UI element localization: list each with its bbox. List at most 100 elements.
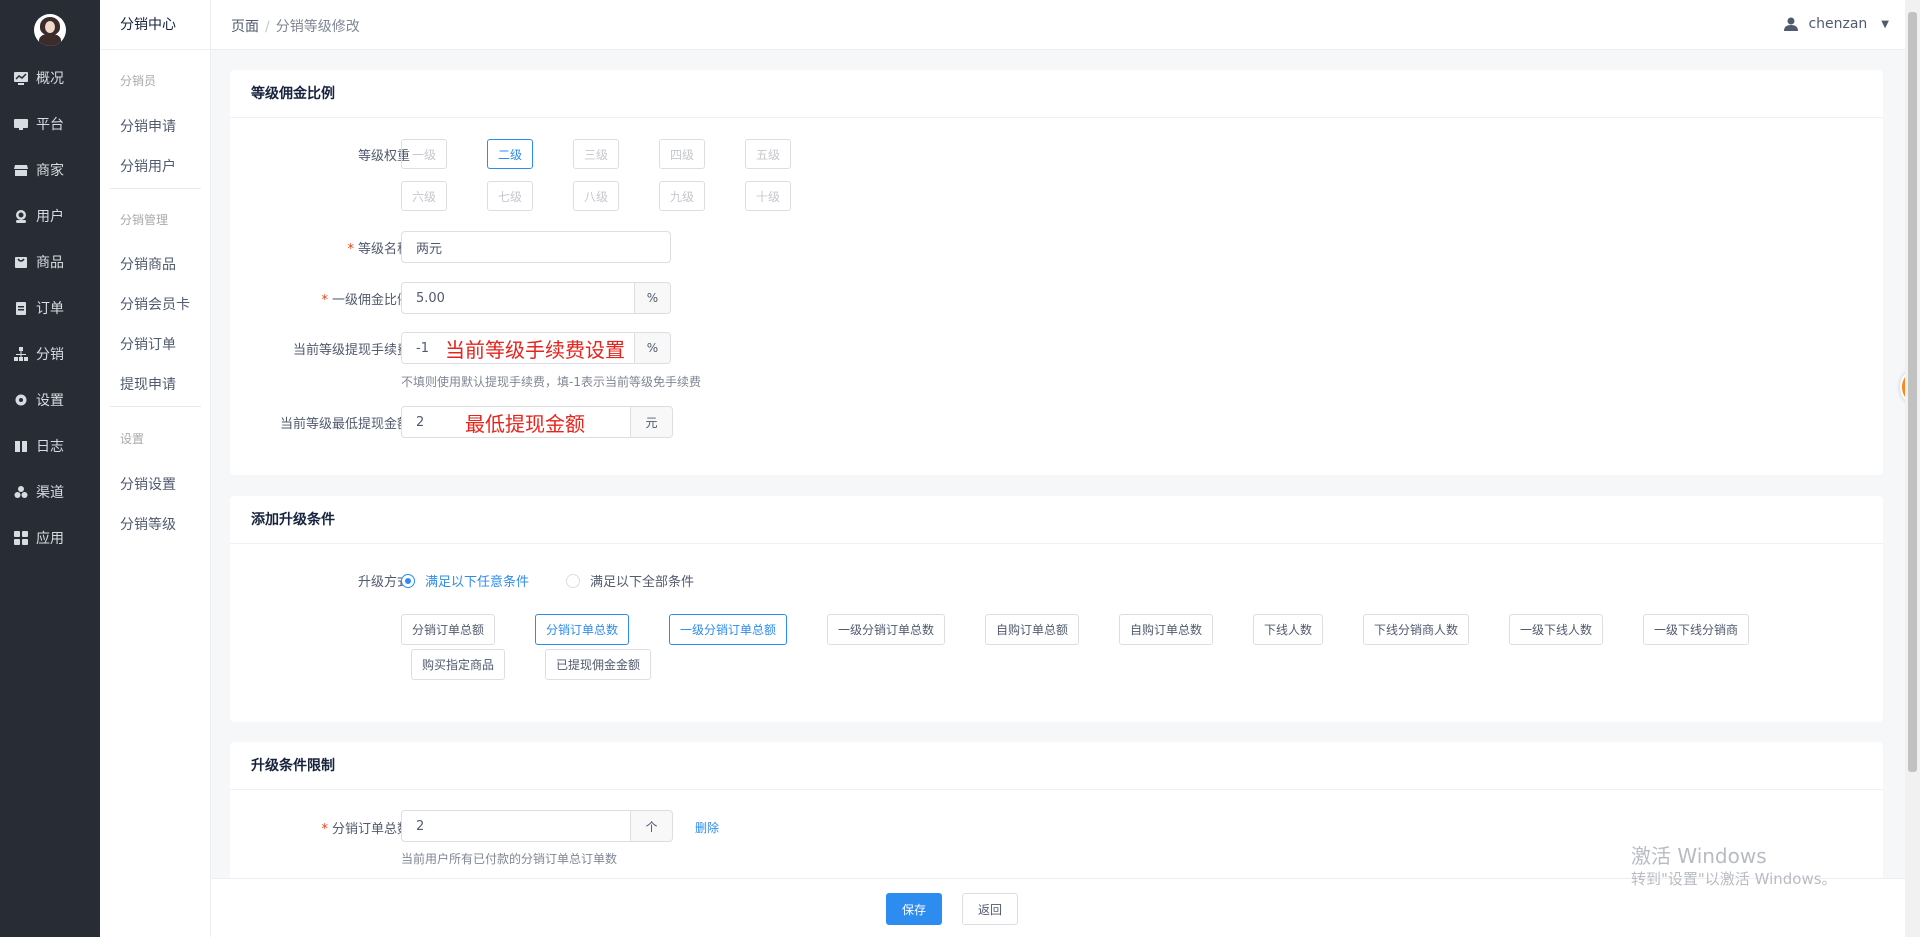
nav-item-orders[interactable]: 订单 bbox=[0, 288, 100, 328]
sub-group-management: 分销管理 bbox=[120, 213, 169, 227]
nav-item-label: 日志 bbox=[36, 439, 64, 455]
sub-group-distributors: 分销员 bbox=[120, 74, 157, 88]
nav-item-logs[interactable]: 日志 bbox=[0, 426, 100, 466]
sub-sidebar: 分销中心 分销员 分销申请 分销用户 分销管理 分销商品 分销会员卡 分销订单 … bbox=[100, 0, 211, 937]
nav-item-settings[interactable]: 设置 bbox=[0, 380, 100, 420]
radio-match-all[interactable]: 满足以下全部条件 bbox=[566, 571, 694, 590]
condition-self-order-count[interactable]: 自购订单总数 bbox=[1119, 614, 1213, 645]
nav-item-channels[interactable]: 渠道 bbox=[0, 472, 100, 512]
clipboard-icon bbox=[14, 301, 28, 315]
level-option-3[interactable]: 三级 bbox=[573, 139, 619, 169]
sub-item-member-card[interactable]: 分销会员卡 bbox=[120, 294, 190, 314]
sub-item-goods[interactable]: 分销商品 bbox=[120, 254, 176, 274]
nav-item-label: 商品 bbox=[36, 255, 64, 271]
nav-item-distribution[interactable]: 分销 bbox=[0, 334, 100, 374]
condition-level1-downline-distributor[interactable]: 一级下线分销商 bbox=[1643, 614, 1749, 645]
condition-withdrawn-commission[interactable]: 已提现佣金金额 bbox=[545, 649, 651, 680]
condition-self-order-amount[interactable]: 自购订单总额 bbox=[985, 614, 1079, 645]
level-option-5[interactable]: 五级 bbox=[745, 139, 791, 169]
user-menu[interactable]: chenzan ▼ bbox=[1784, 16, 1889, 32]
upgrade-conditions-card: 添加升级条件 升级方式 满足以下任意条件 满足以下全部条件 分销订单总额 分销订… bbox=[230, 496, 1883, 722]
condition-level1-order-count[interactable]: 一级分销订单总数 bbox=[827, 614, 945, 645]
divider bbox=[110, 188, 201, 189]
condition-distribution-order-count[interactable]: 分销订单总数 bbox=[535, 614, 629, 645]
level-weight-label: 等级权重 bbox=[357, 149, 410, 164]
cubes-icon bbox=[14, 485, 28, 499]
back-button[interactable]: 返回 bbox=[962, 893, 1018, 925]
min-withdraw-label: 当前等级最低提现金额 bbox=[279, 417, 410, 432]
commission-card-title: 等级佣金比例 bbox=[230, 70, 1883, 118]
windows-activation-watermark: 激活 Windows bbox=[1631, 844, 1767, 868]
level-option-6[interactable]: 六级 bbox=[401, 181, 447, 211]
level-option-8[interactable]: 八级 bbox=[573, 181, 619, 211]
scrollbar-thumb[interactable] bbox=[1908, 12, 1917, 772]
save-button[interactable]: 保存 bbox=[886, 893, 942, 925]
upgrade-conditions-title: 添加升级条件 bbox=[230, 496, 1883, 544]
breadcrumb-separator: / bbox=[265, 19, 270, 35]
count-unit-addon: 个 bbox=[631, 810, 673, 842]
level-option-9[interactable]: 九级 bbox=[659, 181, 705, 211]
nav-item-label: 平台 bbox=[36, 117, 64, 133]
breadcrumb: 页面 / 分销等级修改 bbox=[231, 16, 360, 36]
nav-item-goods[interactable]: 商品 bbox=[0, 242, 100, 282]
level-option-7[interactable]: 七级 bbox=[487, 181, 533, 211]
radio-dot bbox=[566, 573, 580, 588]
sub-group-settings: 设置 bbox=[120, 432, 145, 446]
windows-activation-hint: 转到"设置"以激活 Windows。 bbox=[1631, 870, 1837, 888]
nav-item-label: 概况 bbox=[36, 71, 64, 87]
vertical-scrollbar[interactable] bbox=[1905, 0, 1920, 937]
min-withdraw-annotation: 最低提现金额 bbox=[465, 412, 585, 436]
nav-item-users[interactable]: 用户 bbox=[0, 196, 100, 236]
sub-item-apply[interactable]: 分销申请 bbox=[120, 116, 176, 136]
nav-item-apps[interactable]: 应用 bbox=[0, 518, 100, 558]
sitemap-icon bbox=[14, 347, 28, 361]
condition-distribution-order-amount[interactable]: 分销订单总额 bbox=[401, 614, 495, 645]
sub-item-orders[interactable]: 分销订单 bbox=[120, 334, 176, 354]
level-option-4[interactable]: 四级 bbox=[659, 139, 705, 169]
user-icon bbox=[14, 209, 28, 223]
condition-level1-downline-count[interactable]: 一级下线人数 bbox=[1509, 614, 1603, 645]
fee-annotation: 当前等级手续费设置 bbox=[445, 338, 625, 362]
breadcrumb-root[interactable]: 页面 bbox=[231, 19, 259, 35]
radio-dot bbox=[401, 573, 415, 588]
nav-item-overview[interactable]: 概况 bbox=[0, 58, 100, 98]
avatar[interactable] bbox=[34, 14, 66, 46]
nav-item-label: 渠道 bbox=[36, 485, 64, 501]
sub-item-withdraw[interactable]: 提现申请 bbox=[120, 374, 176, 394]
commission-ratio-input[interactable]: 5.00 bbox=[401, 282, 635, 314]
condition-downline-count[interactable]: 下线人数 bbox=[1253, 614, 1323, 645]
bag-icon bbox=[14, 255, 28, 269]
nav-item-platform[interactable]: 平台 bbox=[0, 104, 100, 144]
level-option-1[interactable]: 一级 bbox=[401, 139, 447, 169]
withdraw-fee-help: 不填则使用默认提现手续费，填-1表示当前等级免手续费 bbox=[401, 375, 701, 389]
divider bbox=[110, 406, 201, 407]
username: chenzan bbox=[1808, 16, 1868, 32]
sub-item-users[interactable]: 分销用户 bbox=[120, 156, 176, 176]
condition-level1-order-amount[interactable]: 一级分销订单总额 bbox=[669, 614, 787, 645]
user-icon bbox=[1784, 17, 1799, 31]
percent-addon: % bbox=[635, 282, 671, 314]
nav-item-label: 应用 bbox=[36, 531, 64, 547]
sub-item-distribution-levels[interactable]: 分销等级 bbox=[120, 514, 176, 534]
radio-match-any[interactable]: 满足以下任意条件 bbox=[401, 571, 529, 590]
percent-addon: % bbox=[635, 332, 671, 364]
sub-sidebar-title: 分销中心 bbox=[100, 0, 211, 50]
nav-item-label: 用户 bbox=[36, 209, 64, 225]
order-count-label: * 分销订单总数 bbox=[321, 822, 410, 837]
monitor-chart-icon bbox=[14, 71, 28, 85]
nav-item-label: 分销 bbox=[36, 347, 64, 363]
delete-condition-link[interactable]: 删除 bbox=[695, 819, 719, 836]
order-count-input[interactable]: 2 bbox=[401, 810, 631, 842]
order-count-help: 当前用户所有已付款的分销订单总订单数 bbox=[401, 852, 618, 866]
level-name-label: * 等级名称 bbox=[347, 242, 410, 257]
level-name-input[interactable]: 两元 bbox=[401, 231, 671, 263]
store-icon bbox=[14, 163, 28, 177]
level-option-2[interactable]: 二级 bbox=[487, 139, 533, 169]
sub-item-distribution-settings[interactable]: 分销设置 bbox=[120, 474, 176, 494]
level-option-10[interactable]: 十级 bbox=[745, 181, 791, 211]
nav-item-merchant[interactable]: 商家 bbox=[0, 150, 100, 190]
condition-downline-distributor-count[interactable]: 下线分销商人数 bbox=[1363, 614, 1469, 645]
condition-buy-specific-goods[interactable]: 购买指定商品 bbox=[411, 649, 505, 680]
nav-item-label: 设置 bbox=[36, 393, 64, 409]
desktop-icon bbox=[14, 117, 28, 131]
